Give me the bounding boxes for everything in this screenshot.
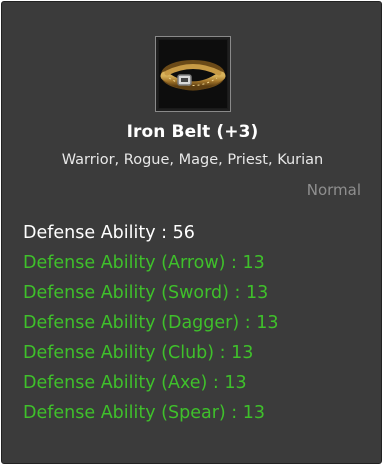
stat-defense-spear: Defense Ability (Spear) : 13 <box>23 403 266 423</box>
iron-belt-icon <box>159 40 227 108</box>
stat-defense-axe: Defense Ability (Axe) : 13 <box>23 373 247 393</box>
stat-defense-dagger: Defense Ability (Dagger) : 13 <box>23 313 279 333</box>
item-name: Iron Belt (+3) <box>126 122 259 142</box>
item-rarity: Normal <box>306 181 361 199</box>
stat-defense-club: Defense Ability (Club) : 13 <box>23 343 254 363</box>
stats-list: Defense Ability : 56 Defense Ability (Ar… <box>23 218 278 428</box>
item-classes: Warrior, Rogue, Mage, Priest, Kurian <box>61 152 324 168</box>
item-icon-frame <box>155 36 231 112</box>
item-tooltip: Iron Belt (+3) Warrior, Rogue, Mage, Pri… <box>1 1 382 464</box>
stat-defense-ability: Defense Ability : 56 <box>23 223 195 243</box>
stat-defense-arrow: Defense Ability (Arrow) : 13 <box>23 253 265 273</box>
stat-defense-sword: Defense Ability (Sword) : 13 <box>23 283 269 303</box>
